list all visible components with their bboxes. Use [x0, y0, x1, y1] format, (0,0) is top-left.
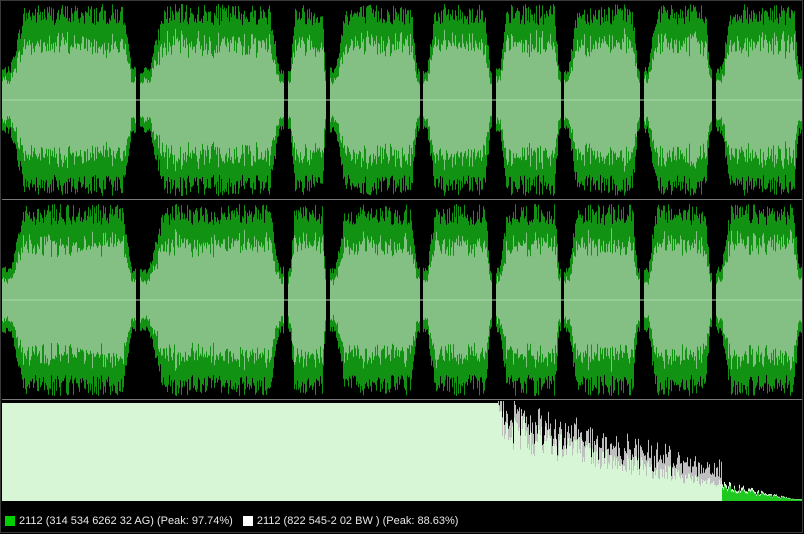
- waveform-right[interactable]: [2, 202, 802, 398]
- legend-white-entry: 2112 (822 545-2 02 BW ) (Peak: 88.63%): [237, 515, 459, 527]
- spectrum-panel[interactable]: [2, 401, 802, 501]
- audio-analyzer-window: 2112 (314 534 6262 32 AG) (Peak: 97.74%)…: [0, 0, 803, 533]
- waveform-track-left[interactable]: [2, 2, 802, 198]
- track-divider: [2, 399, 802, 400]
- legend-green-entry: 2112 (314 534 6262 32 AG) (Peak: 97.74%): [5, 515, 233, 527]
- spectrum-bars: [2, 403, 802, 501]
- white-swatch-icon: [242, 516, 253, 526]
- status-bar: 2112 (314 534 6262 32 AG) (Peak: 97.74%)…: [1, 509, 802, 532]
- green-swatch-icon: [5, 516, 15, 526]
- spectrum-graph[interactable]: [2, 401, 802, 501]
- legend-green-label: 2112 (314 534 6262 32 AG) (Peak: 97.74%): [19, 515, 233, 527]
- waveform-left[interactable]: [2, 2, 802, 198]
- legend-white-label: 2112 (822 545-2 02 BW ) (Peak: 88.63%): [256, 515, 459, 527]
- waveform-track-right[interactable]: [2, 202, 802, 398]
- track-divider: [2, 199, 802, 200]
